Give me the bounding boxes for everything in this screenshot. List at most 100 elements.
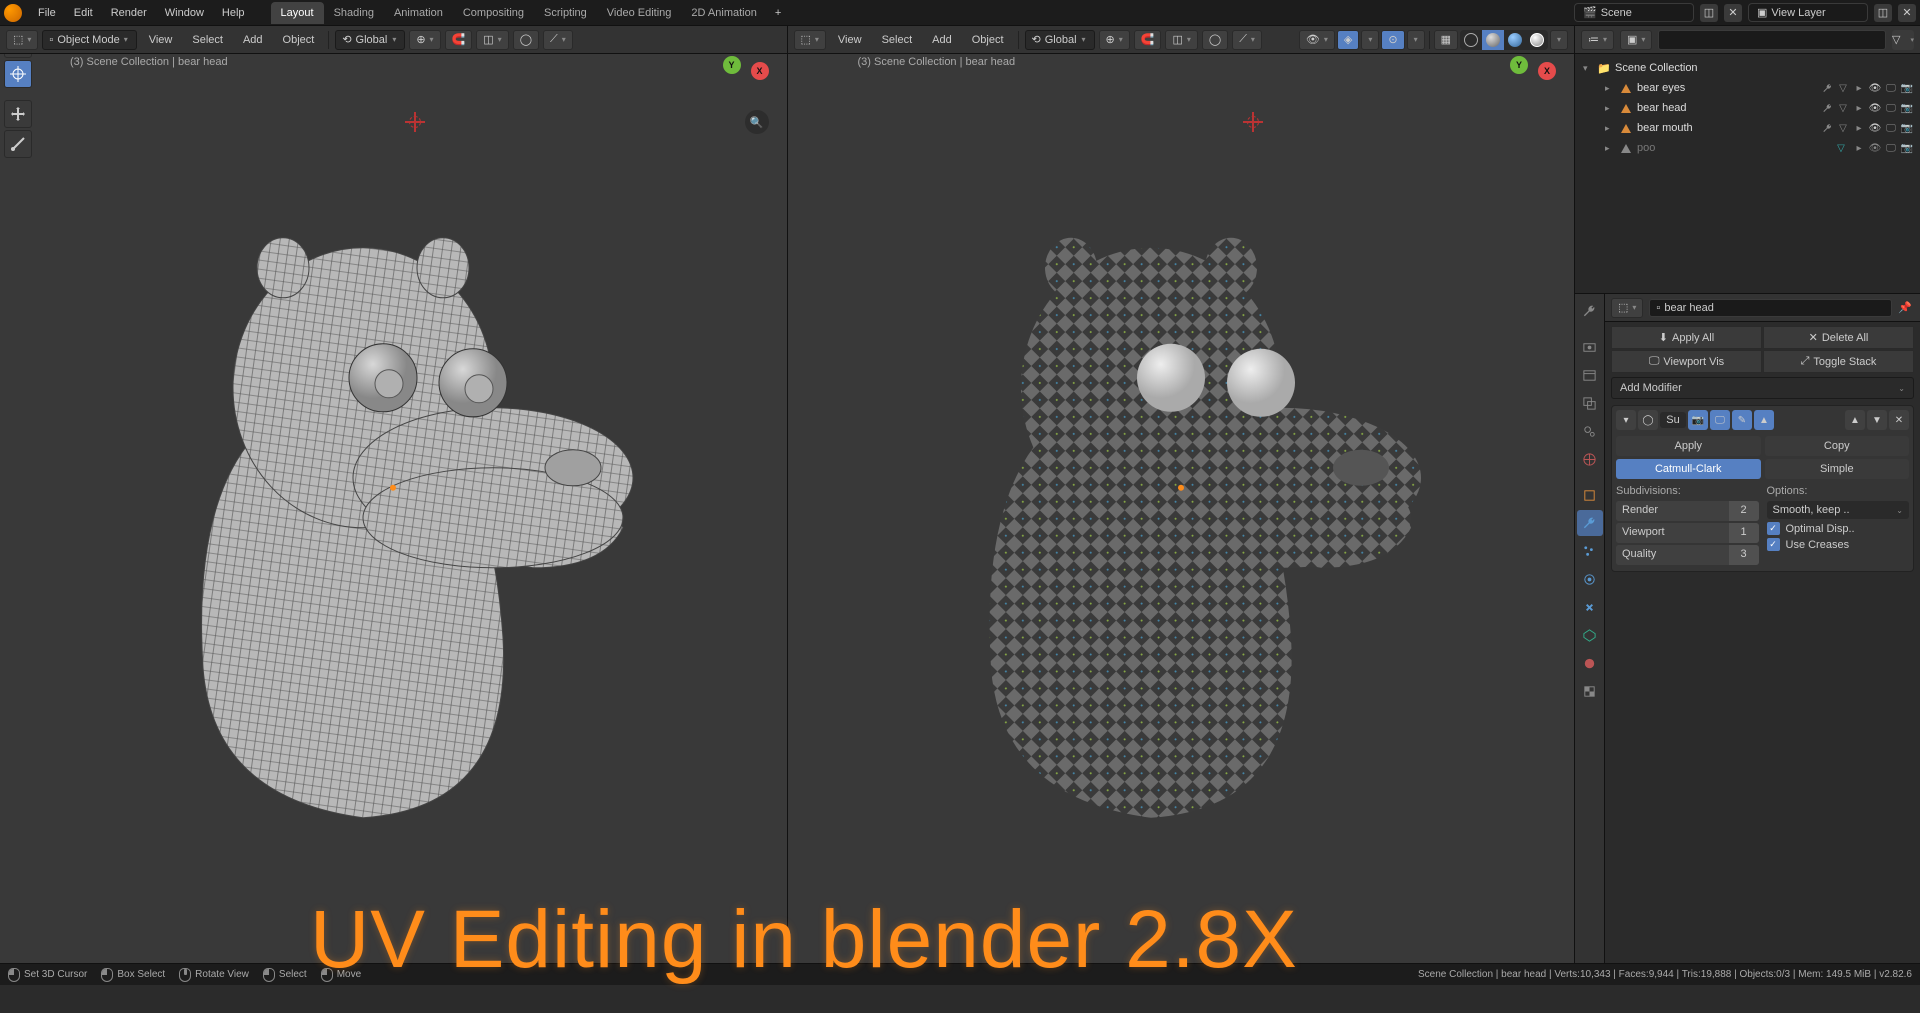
- prop-tab-world[interactable]: [1577, 446, 1603, 472]
- orientation-selector[interactable]: ⟲ Global ▾: [335, 30, 405, 50]
- header-add[interactable]: Add: [235, 30, 271, 50]
- prop-tab-mesh[interactable]: [1577, 622, 1603, 648]
- pin-icon[interactable]: 📌: [1898, 301, 1914, 314]
- header-select[interactable]: Select: [184, 30, 231, 50]
- workspace-tab-video-editing[interactable]: Video Editing: [597, 2, 682, 24]
- optimal-display-checkbox[interactable]: ✓ Optimal Disp..: [1767, 522, 1910, 535]
- modifier-delete[interactable]: ✕: [1889, 410, 1909, 430]
- menu-render[interactable]: Render: [103, 3, 155, 23]
- prop-tab-viewlayer[interactable]: [1577, 390, 1603, 416]
- modifier-render-toggle[interactable]: 📷: [1688, 410, 1708, 430]
- mesh-data-icon[interactable]: ▽: [1836, 81, 1850, 95]
- subdivision-simple-button[interactable]: Simple: [1765, 459, 1910, 479]
- restrict-render-icon[interactable]: 📷: [1900, 101, 1914, 115]
- viewport-left[interactable]: ⬚▾ ▫ Object Mode ▾ View Select Add Objec…: [0, 26, 788, 963]
- modifier-copy-button[interactable]: Copy: [1765, 436, 1910, 456]
- mesh-data-icon[interactable]: ▽: [1836, 121, 1850, 135]
- outliner-type-button[interactable]: ≔▾: [1581, 30, 1614, 50]
- header-add[interactable]: Add: [924, 30, 960, 50]
- viewlayer-delete-button[interactable]: ✕: [1898, 4, 1916, 22]
- pivot-button[interactable]: ⊕▾: [1099, 30, 1130, 50]
- visibility-button[interactable]: 👁▾: [1299, 30, 1335, 50]
- xray-toggle[interactable]: ▦: [1434, 30, 1458, 50]
- workspace-tab-layout[interactable]: Layout: [271, 2, 324, 24]
- outliner-item-bear-head[interactable]: ▸ bear head ▽ ▸ 👁 🖵 📷: [1577, 98, 1918, 118]
- shading-wireframe[interactable]: [1460, 30, 1482, 50]
- restrict-select-icon[interactable]: ▸: [1852, 141, 1866, 155]
- render-subdiv-field[interactable]: Render 2: [1616, 501, 1759, 521]
- menu-file[interactable]: File: [30, 3, 64, 23]
- wrench-icon[interactable]: [1820, 121, 1834, 135]
- tool-cursor[interactable]: [4, 60, 32, 88]
- workspace-tab-shading[interactable]: Shading: [324, 2, 384, 24]
- wrench-icon[interactable]: [1820, 101, 1834, 115]
- prop-tab-modifiers[interactable]: [1577, 510, 1603, 536]
- restrict-viewport-icon[interactable]: 🖵: [1884, 81, 1898, 95]
- mode-selector[interactable]: ▫ Object Mode ▾: [42, 30, 136, 50]
- visibility-icon[interactable]: 👁: [1868, 121, 1882, 135]
- menu-help[interactable]: Help: [214, 3, 253, 23]
- outliner-item-bear-mouth[interactable]: ▸ bear mouth ▽ ▸ 👁 🖵 📷: [1577, 118, 1918, 138]
- workspace-tab-compositing[interactable]: Compositing: [453, 2, 534, 24]
- overlay-options[interactable]: ▾: [1407, 30, 1425, 50]
- outliner-display-mode[interactable]: ▣▾: [1620, 30, 1652, 50]
- snap-button[interactable]: 🧲: [1134, 30, 1162, 50]
- shading-rendered[interactable]: [1526, 30, 1548, 50]
- proportional-falloff[interactable]: ⟋▾: [543, 30, 573, 50]
- restrict-select-icon[interactable]: ▸: [1852, 101, 1866, 115]
- restrict-render-icon[interactable]: 📷: [1900, 121, 1914, 135]
- proportional-edit-button[interactable]: ◯: [1202, 30, 1228, 50]
- visibility-icon[interactable]: 👁: [1868, 81, 1882, 95]
- editor-type-button[interactable]: ⬚▾: [794, 30, 826, 50]
- viewlayer-browse-button[interactable]: ◫: [1874, 4, 1892, 22]
- gizmo-toggle[interactable]: ◈: [1337, 30, 1359, 50]
- add-modifier-dropdown[interactable]: Add Modifier ⌄: [1611, 377, 1914, 399]
- modifier-realtime-toggle[interactable]: 🖵: [1710, 410, 1730, 430]
- restrict-viewport-icon[interactable]: 🖵: [1884, 141, 1898, 155]
- restrict-render-icon[interactable]: 📷: [1900, 81, 1914, 95]
- restrict-render-icon[interactable]: 📷: [1900, 141, 1914, 155]
- modifier-cage-toggle[interactable]: ▲: [1754, 410, 1774, 430]
- disclosure-icon[interactable]: ▸: [1605, 83, 1615, 94]
- axis-x-icon[interactable]: X: [1538, 62, 1556, 80]
- restrict-viewport-icon[interactable]: 🖵: [1884, 121, 1898, 135]
- nav-zoom-icon[interactable]: 🔍: [745, 110, 769, 134]
- tool-measure[interactable]: [4, 130, 32, 158]
- menu-window[interactable]: Window: [157, 3, 212, 23]
- gizmo-options[interactable]: ▾: [1361, 30, 1379, 50]
- workspace-tab-add[interactable]: +: [767, 2, 789, 24]
- disclosure-icon[interactable]: ▸: [1605, 143, 1615, 154]
- use-creases-checkbox[interactable]: ✓ Use Creases: [1767, 538, 1910, 551]
- mesh-data-icon[interactable]: ▽: [1834, 141, 1848, 155]
- axis-x-icon[interactable]: X: [751, 62, 769, 80]
- restrict-select-icon[interactable]: ▸: [1852, 81, 1866, 95]
- uv-smooth-dropdown[interactable]: Smooth, keep ..⌄: [1767, 501, 1910, 519]
- apply-all-button[interactable]: ⬇Apply All: [1611, 326, 1762, 349]
- outliner-item-poo[interactable]: ▸ poo ▽ ▸ 👁 🖵 📷: [1577, 138, 1918, 158]
- scene-selector[interactable]: 🎬 Scene: [1574, 3, 1694, 22]
- header-view[interactable]: View: [830, 30, 870, 50]
- workspace-tab-scripting[interactable]: Scripting: [534, 2, 597, 24]
- snap-options[interactable]: ◫▾: [1165, 30, 1197, 50]
- quality-field[interactable]: Quality 3: [1616, 545, 1759, 565]
- menu-edit[interactable]: Edit: [66, 3, 101, 23]
- visibility-icon[interactable]: 👁: [1868, 141, 1882, 155]
- outliner-filter-button[interactable]: ▽▾: [1892, 30, 1914, 50]
- prop-tab-texture[interactable]: [1577, 678, 1603, 704]
- modifier-name-field[interactable]: Su: [1660, 412, 1686, 428]
- shading-material[interactable]: [1504, 30, 1526, 50]
- prop-tab-object[interactable]: [1577, 482, 1603, 508]
- restrict-viewport-icon[interactable]: 🖵: [1884, 101, 1898, 115]
- viewlayer-selector[interactable]: ▣ View Layer: [1748, 3, 1868, 22]
- prop-editor-type[interactable]: ⬚▾: [1611, 298, 1643, 318]
- header-object[interactable]: Object: [275, 30, 323, 50]
- axis-y-icon[interactable]: Y: [723, 56, 741, 74]
- shading-solid[interactable]: [1482, 30, 1504, 50]
- shading-options[interactable]: ▾: [1550, 30, 1568, 50]
- toggle-stack-button[interactable]: ⤢Toggle Stack: [1763, 350, 1914, 373]
- tool-move[interactable]: [4, 100, 32, 128]
- mesh-data-icon[interactable]: ▽: [1836, 101, 1850, 115]
- snap-options[interactable]: ◫▾: [476, 30, 508, 50]
- delete-all-button[interactable]: ✕Delete All: [1763, 326, 1914, 349]
- outliner-collection-row[interactable]: ▾ 📁 Scene Collection: [1577, 58, 1918, 78]
